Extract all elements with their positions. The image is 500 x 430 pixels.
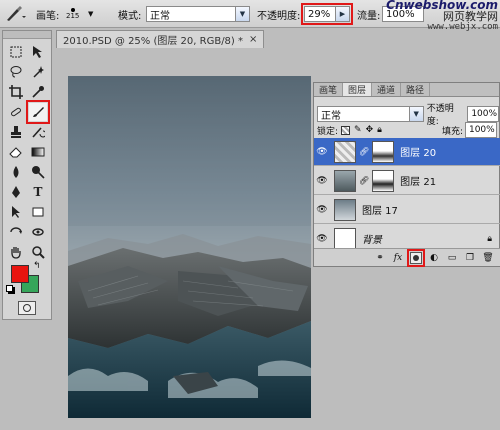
opacity-value: 29% [308, 8, 331, 20]
toolbox-grip[interactable] [3, 31, 51, 39]
crop-icon[interactable] [7, 83, 25, 101]
mode-select[interactable]: 正常 ▼ [146, 6, 250, 22]
layer-thumbnail [334, 198, 356, 221]
mode-label: 模式: [118, 10, 142, 22]
layers-footer: ⚭ fx ◐ ▭ ❐ 🗑︎ [314, 248, 500, 267]
layer-row-20[interactable]: 👁︎ 🔗︎ 图层 20 [314, 138, 500, 166]
layer-name: 图层 20 [400, 148, 437, 159]
tool-preset-picker[interactable] [4, 0, 26, 28]
document-canvas[interactable] [68, 76, 311, 418]
layer-mask-thumbnail[interactable] [372, 140, 395, 163]
quick-mask-icon[interactable] [18, 301, 36, 315]
watermark: Cnwebshow.com 网页教学网 www.webjx.com [386, 0, 498, 33]
link-icon[interactable]: ⚭ [374, 252, 386, 264]
close-icon[interactable]: × [249, 34, 257, 45]
layer-row-21[interactable]: 👁︎ 🔗︎ 图层 21 [314, 167, 500, 195]
default-colors-icon[interactable] [6, 285, 13, 292]
chevron-right-icon: ▶ [335, 7, 349, 21]
lock-all-icon[interactable]: 🔒︎ [377, 125, 382, 135]
watermark-line2: 网页教学网 [443, 10, 498, 23]
layer-opacity-value: 100% [471, 109, 498, 119]
lock-icon: 🔒︎ [487, 233, 492, 244]
blend-mode-select[interactable]: 正常 ▼ [317, 106, 424, 122]
tab-paths[interactable]: 路径 [401, 83, 431, 96]
eye-icon[interactable]: 👁︎ [314, 234, 330, 244]
type-icon[interactable]: T [29, 183, 47, 201]
lock-label: 锁定: [317, 126, 339, 137]
layer-mask-thumbnail[interactable] [372, 169, 395, 192]
shape-icon[interactable] [29, 203, 47, 221]
layer-name: 背景 [362, 235, 382, 246]
lock-position-icon[interactable]: ✥ [366, 125, 374, 135]
layer-opacity-field[interactable]: 100% [467, 106, 499, 122]
eye-icon[interactable]: 👁︎ [314, 147, 330, 157]
healing-icon[interactable] [7, 103, 25, 121]
opacity-label: 不透明度: [257, 10, 301, 22]
blur-icon[interactable] [7, 163, 25, 181]
add-mask-icon[interactable] [407, 248, 425, 267]
magic-wand-icon[interactable] [29, 63, 47, 81]
layer-thumbnail [334, 227, 356, 250]
history-brush-icon[interactable] [29, 123, 47, 141]
layers-panel: 画笔 图层 通道 路径 正常 ▼ 不透明度: 100% 锁定: ✎ ✥ 🔒︎ 填… [313, 82, 500, 267]
layer-row-17[interactable]: 👁︎ 图层 17 [314, 196, 500, 224]
brush-size: 215 [66, 11, 80, 20]
new-layer-icon[interactable]: ❐ [464, 252, 476, 264]
3d-orbit-icon[interactable] [29, 223, 47, 241]
marquee-icon[interactable] [7, 43, 25, 61]
eraser-icon[interactable] [7, 143, 25, 161]
layer-name: 图层 21 [400, 177, 437, 188]
trash-icon[interactable]: 🗑︎ [482, 252, 494, 264]
tab-brushes[interactable]: 画笔 [314, 83, 344, 96]
pen-icon[interactable] [7, 183, 25, 201]
opacity-field[interactable]: 29% ▶ [301, 3, 353, 25]
swap-colors-icon[interactable]: ↰ [33, 261, 41, 271]
foreground-color-swatch[interactable] [11, 265, 29, 283]
fill-label: 填充: [441, 126, 463, 137]
zoom-icon[interactable] [29, 243, 47, 261]
blend-mode-value: 正常 [321, 110, 341, 122]
fill-field[interactable]: 100% [464, 122, 497, 138]
toolbox: T ↰ [2, 30, 52, 320]
brush-picker-arrow[interactable]: ▼ [88, 10, 93, 18]
layer-thumbnail [334, 169, 356, 192]
eye-icon[interactable]: 👁︎ [314, 176, 330, 186]
adjustment-icon[interactable]: ◐ [428, 252, 440, 264]
dodge-icon[interactable] [29, 163, 47, 181]
tab-layers[interactable]: 图层 [343, 83, 373, 96]
group-icon[interactable]: ▭ [446, 252, 458, 264]
mode-value: 正常 [150, 10, 170, 22]
mask-link-icon[interactable]: 🔗︎ [359, 176, 369, 185]
brush-picker[interactable]: 215 [66, 0, 79, 28]
chevron-down-icon: ▼ [408, 107, 423, 121]
fx-icon[interactable]: fx [392, 252, 404, 264]
tab-channels[interactable]: 通道 [372, 83, 402, 96]
brush-icon[interactable] [26, 100, 50, 124]
panel-tabs: 画笔 图层 通道 路径 [314, 83, 499, 97]
lasso-icon[interactable] [7, 63, 25, 81]
lock-pixels-icon[interactable]: ✎ [354, 125, 362, 135]
document-title: 2010.PSD @ 25% (图层 20, RGB/8) * [63, 36, 243, 47]
3d-rotate-icon[interactable] [7, 223, 25, 241]
brush-label: 画笔: [36, 10, 60, 22]
options-bar: 画笔: 215 ▼ 模式: 正常 ▼ 不透明度: 29% ▶ 流量: 100% … [0, 0, 500, 32]
mask-link-icon[interactable]: 🔗︎ [359, 147, 369, 156]
city-collapse-image [68, 76, 311, 418]
eyedropper-icon[interactable] [29, 83, 47, 101]
eye-icon[interactable]: 👁︎ [314, 205, 330, 215]
document-tab[interactable]: 2010.PSD @ 25% (图层 20, RGB/8) * × [56, 30, 265, 48]
flow-label: 流量: [357, 10, 381, 22]
chevron-down-icon: ▼ [235, 7, 249, 21]
hand-icon[interactable] [7, 243, 25, 261]
watermark-line3: www.webjx.com [427, 22, 498, 32]
stamp-icon[interactable] [7, 123, 25, 141]
brush-tool-icon [7, 6, 26, 21]
layer-name: 图层 17 [362, 206, 398, 217]
move-icon[interactable] [29, 43, 47, 61]
layer-thumbnail [334, 140, 356, 163]
fill-value: 100% [468, 125, 495, 135]
lock-transparent-icon[interactable] [341, 125, 351, 135]
path-select-icon[interactable] [7, 203, 25, 221]
gradient-icon[interactable] [29, 143, 47, 161]
